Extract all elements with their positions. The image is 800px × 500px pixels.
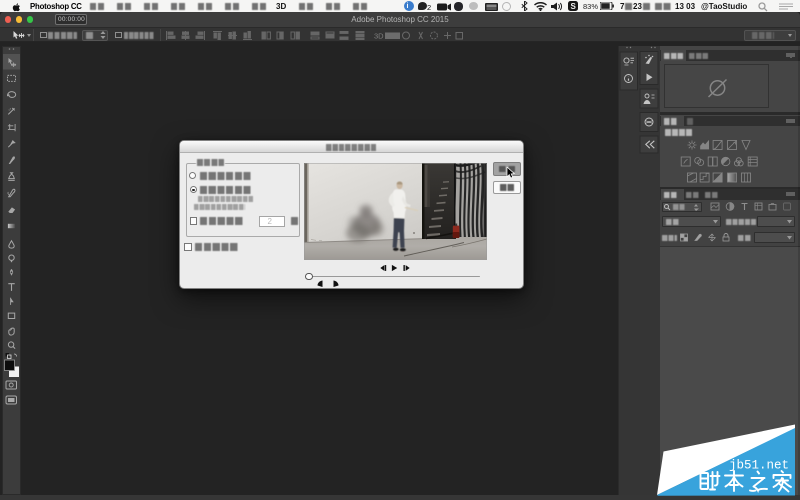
svg-text:3D: 3D [374,32,384,41]
svg-text:jb51.net: jb51.net [729,459,789,473]
